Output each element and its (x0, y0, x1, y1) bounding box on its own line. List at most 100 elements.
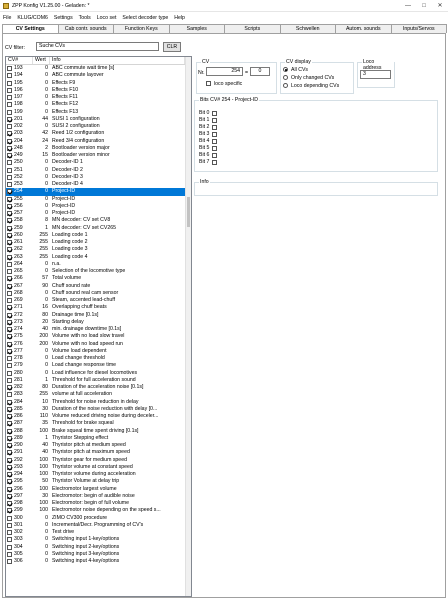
row-checkbox[interactable] (7, 530, 12, 536)
tab-autom-sounds[interactable]: Autom. sounds (335, 24, 392, 33)
row-checkbox[interactable] (7, 363, 12, 369)
row-checkbox[interactable] (7, 305, 12, 311)
row-checkbox[interactable] (7, 160, 12, 166)
row-checkbox[interactable] (7, 348, 12, 354)
bit-checkbox[interactable] (212, 124, 218, 130)
table-row[interactable]: 280 0 Load influence for diesel locomotive… (6, 370, 191, 377)
row-checkbox[interactable] (7, 95, 12, 101)
table-row[interactable]: 288 100 Brake squeal time spent driving [0… (6, 428, 191, 435)
row-checkbox[interactable] (7, 551, 12, 557)
row-checkbox[interactable] (7, 153, 12, 159)
row-checkbox[interactable] (7, 479, 12, 485)
row-checkbox[interactable] (7, 240, 12, 246)
table-row[interactable]: 248 2 Bootloader version major (6, 145, 191, 152)
row-checkbox[interactable] (7, 218, 12, 224)
row-checkbox[interactable] (7, 501, 12, 507)
table-row[interactable]: 296 100 Electromotor largest volume (6, 486, 191, 493)
bit-checkbox[interactable] (212, 138, 218, 144)
radio-only-changed-cvs[interactable] (283, 75, 288, 80)
table-row[interactable]: 284 10 Threshold for noise reduction in de… (6, 399, 191, 406)
row-checkbox[interactable] (7, 319, 12, 325)
table-row[interactable]: 203 42 Reed 1/2 configuration (6, 130, 191, 137)
tab-function-keys[interactable]: Function Keys (113, 24, 170, 33)
row-checkbox[interactable] (7, 276, 12, 282)
table-row[interactable]: 290 40 Thyristor pitch at medium speed (6, 442, 191, 449)
table-row[interactable]: 195 0 Effects F9 (6, 80, 191, 87)
table-row[interactable]: 282 80 Duration of the acceleration noise … (6, 384, 191, 391)
table-row[interactable]: 201 44 SUSI 1 configuration (6, 116, 191, 123)
table-row[interactable]: 258 8 MN decoder: CV set CV8 (6, 217, 191, 224)
row-checkbox[interactable] (7, 406, 12, 412)
cv-value-input[interactable]: 0 (250, 67, 270, 76)
table-row[interactable]: 260 255 Loading code 1 (6, 232, 191, 239)
row-checkbox[interactable] (7, 515, 12, 521)
table-row[interactable]: 306 0 Switching input 4-key/options (6, 558, 191, 565)
maximize-button[interactable]: □ (416, 0, 432, 12)
menu-klug-com6[interactable]: KLUG/COM6 (14, 15, 51, 21)
loco-address-input[interactable]: 3 (360, 70, 391, 79)
bit-checkbox[interactable] (212, 152, 218, 158)
row-checkbox[interactable] (7, 334, 12, 340)
table-row[interactable]: 275 200 Volume with no load slow travel (6, 333, 191, 340)
row-checkbox[interactable] (7, 493, 12, 499)
table-row[interactable]: 257 0 Project-ID (6, 210, 191, 217)
row-checkbox[interactable] (7, 232, 12, 238)
row-checkbox[interactable] (7, 138, 12, 144)
row-checkbox[interactable] (7, 428, 12, 434)
row-checkbox[interactable] (7, 399, 12, 405)
table-row[interactable]: 263 255 Loading code 4 (6, 254, 191, 261)
table-row[interactable]: 269 0 Steam, accented lead-chuff (6, 297, 191, 304)
cv-table[interactable]: CV# Wert Info 193 0 ABC commute wait time … (5, 56, 192, 597)
table-row[interactable]: 249 15 Bootloader version minor (6, 152, 191, 159)
table-row[interactable]: 283 255 volume at full acceleration (6, 391, 191, 398)
table-row[interactable]: 297 30 Electromotor: begin of audible nois… (6, 493, 191, 500)
scrollbar-thumb[interactable] (187, 197, 190, 227)
row-checkbox[interactable] (7, 102, 12, 108)
bit-checkbox[interactable] (212, 145, 218, 151)
row-checkbox[interactable] (7, 124, 12, 130)
row-checkbox[interactable] (7, 414, 12, 420)
row-checkbox[interactable] (7, 435, 12, 441)
table-row[interactable]: 285 30 Duration of the noise reduction wit… (6, 406, 191, 413)
bit-checkbox[interactable] (212, 117, 218, 123)
menu-file[interactable]: File (0, 15, 14, 21)
table-row[interactable]: 276 200 Volume with no load speed run (6, 341, 191, 348)
row-checkbox[interactable] (7, 87, 12, 93)
clear-filter-button[interactable]: CLR (163, 42, 181, 52)
table-scrollbar[interactable] (185, 57, 191, 596)
row-checkbox[interactable] (7, 131, 12, 137)
tab-samples[interactable]: Samples (168, 24, 225, 33)
row-checkbox[interactable] (7, 312, 12, 318)
table-row[interactable]: 256 0 Project-ID (6, 203, 191, 210)
table-row[interactable]: 271 16 Overlapping chuff beats (6, 304, 191, 311)
row-checkbox[interactable] (7, 443, 12, 449)
row-checkbox[interactable] (7, 203, 12, 209)
cv-number-input[interactable]: 254 (206, 67, 243, 76)
row-checkbox[interactable] (7, 298, 12, 304)
table-row[interactable]: 287 35 Threshold for brake squeal (6, 420, 191, 427)
menu-loco-set[interactable]: Loco set (94, 15, 120, 21)
row-checkbox[interactable] (7, 290, 12, 296)
row-checkbox[interactable] (7, 356, 12, 362)
table-row[interactable]: 265 0 Selection of the locomotive type (6, 268, 191, 275)
radio-all-cvs[interactable] (283, 67, 288, 72)
table-row[interactable]: 261 255 Loading code 2 (6, 239, 191, 246)
table-row[interactable]: 251 0 Decoder-ID 2 (6, 167, 191, 174)
table-row[interactable]: 294 100 Thyristor volume during accelerati… (6, 471, 191, 478)
table-row[interactable]: 197 0 Effects F11 (6, 94, 191, 101)
table-row[interactable]: 302 0 Test drive (6, 529, 191, 536)
row-checkbox[interactable] (7, 225, 12, 231)
table-row[interactable]: 266 57 Total volume (6, 275, 191, 282)
table-row[interactable]: 279 0 Load change response time (6, 362, 191, 369)
tab-schwellen[interactable]: Schwellen (279, 24, 336, 33)
table-row[interactable]: 278 0 Load change threshold (6, 355, 191, 362)
row-checkbox[interactable] (7, 283, 12, 289)
cv-filter-input[interactable]: Suche CVs (36, 42, 159, 51)
table-row[interactable]: 204 24 Reed 3/4 configuration (6, 138, 191, 145)
table-row[interactable]: 301 0 Incremental/Decr. Programming of CV'… (6, 522, 191, 529)
table-row[interactable]: 202 0 SUSI 2 configuration (6, 123, 191, 130)
column-header-wert[interactable]: Wert (33, 57, 50, 64)
table-row[interactable]: 293 100 Thyristor volume at constant speed (6, 464, 191, 471)
table-row[interactable]: 196 0 Effects F10 (6, 87, 191, 94)
tab-inputs-servos[interactable]: Inputs/Servos (390, 24, 447, 33)
